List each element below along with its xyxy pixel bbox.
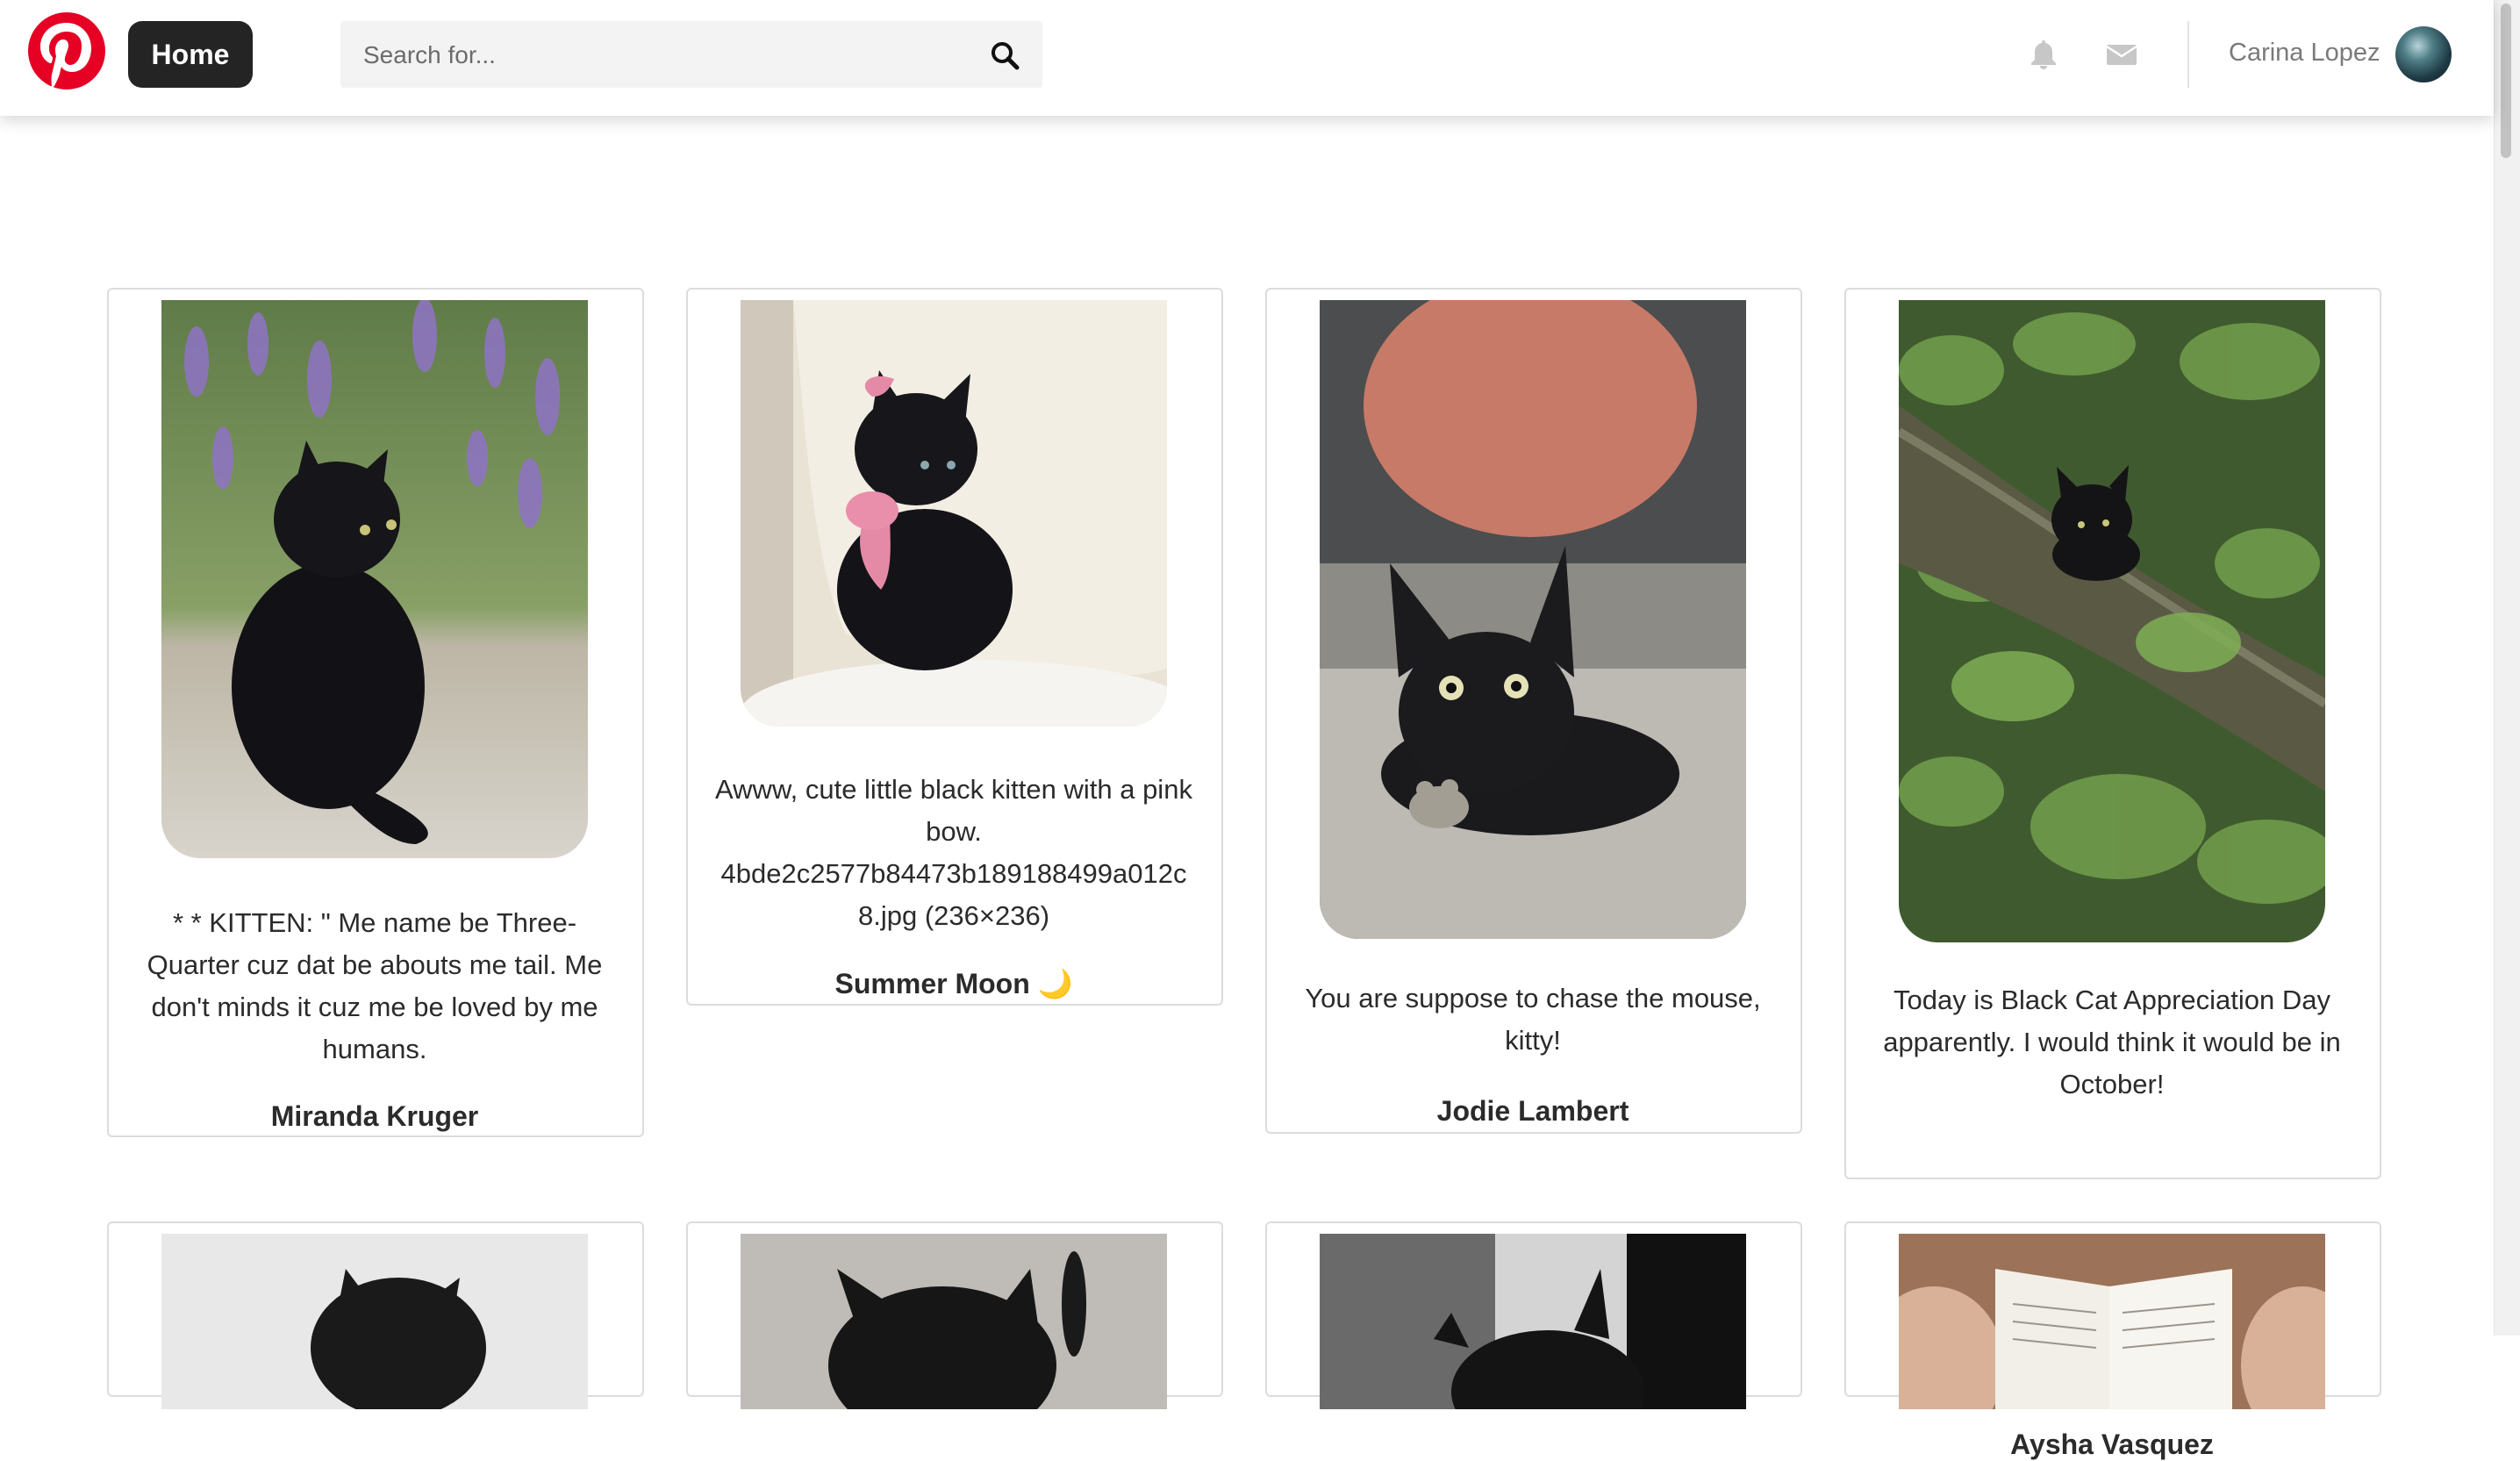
pin-card[interactable] [107,1221,644,1409]
search-input[interactable] [362,21,979,90]
user-avatar[interactable] [2395,26,2452,82]
scrollbar-thumb[interactable] [2501,4,2511,158]
pin-image-kitten-pink-bow[interactable] [741,300,1167,727]
scrollbar-track[interactable] [2494,0,2520,1336]
pin-card[interactable]: * * KITTEN: " Me name be Three-Quarter c… [107,288,644,1137]
user-name[interactable]: Carina Lopez [2229,39,2380,68]
pin-image-book[interactable] [1899,1234,2325,1409]
pin-author[interactable]: Aysha Vasquez [1846,1429,2378,1461]
pin-author[interactable]: Summer Moon 🌙 [688,967,1220,1000]
pin-caption: * * KITTEN: " Me name be Three-Quarter c… [147,907,603,1064]
pin-card[interactable]: Awww, cute little black kitten with a pi… [686,288,1223,1006]
pin-image-kitten-tree[interactable] [1899,300,2325,942]
pin-card[interactable]: You are suppose to chase the mouse, kitt… [1265,288,1802,1134]
bell-icon[interactable] [2029,39,2058,70]
pin-card[interactable]: Today is Black Cat Appreciation Day appa… [1844,288,2381,1460]
pin-card[interactable] [1265,1221,1802,1409]
top-navbar: Home Carina Lopez [0,0,2494,116]
pin-image-kitten-white[interactable] [161,1234,588,1409]
search-icon[interactable] [990,40,1020,70]
navbar-divider [2187,21,2189,88]
envelope-icon[interactable] [2106,42,2137,67]
pin-image-kitten-grey[interactable] [741,1234,1167,1409]
pin-card[interactable] [1844,1221,2381,1409]
pin-image-kitten-lavender[interactable] [161,300,588,858]
pin-caption: You are suppose to chase the mouse, kitt… [1305,983,1761,1056]
pinterest-logo-icon[interactable] [28,12,105,90]
pin-image-kitten-mouse[interactable] [1320,300,1746,939]
pin-card[interactable] [686,1221,1223,1409]
pin-caption: Today is Black Cat Appreciation Day appa… [1883,985,2341,1099]
pin-author[interactable]: Jodie Lambert [1267,1095,1799,1128]
pin-caption: Awww, cute little black kitten with a pi… [715,774,1192,931]
search-bar [340,21,1042,90]
pin-author[interactable]: Miranda Kruger [109,1100,641,1133]
pin-image-kitten-bw[interactable] [1320,1234,1746,1409]
home-button[interactable]: Home [128,21,253,88]
